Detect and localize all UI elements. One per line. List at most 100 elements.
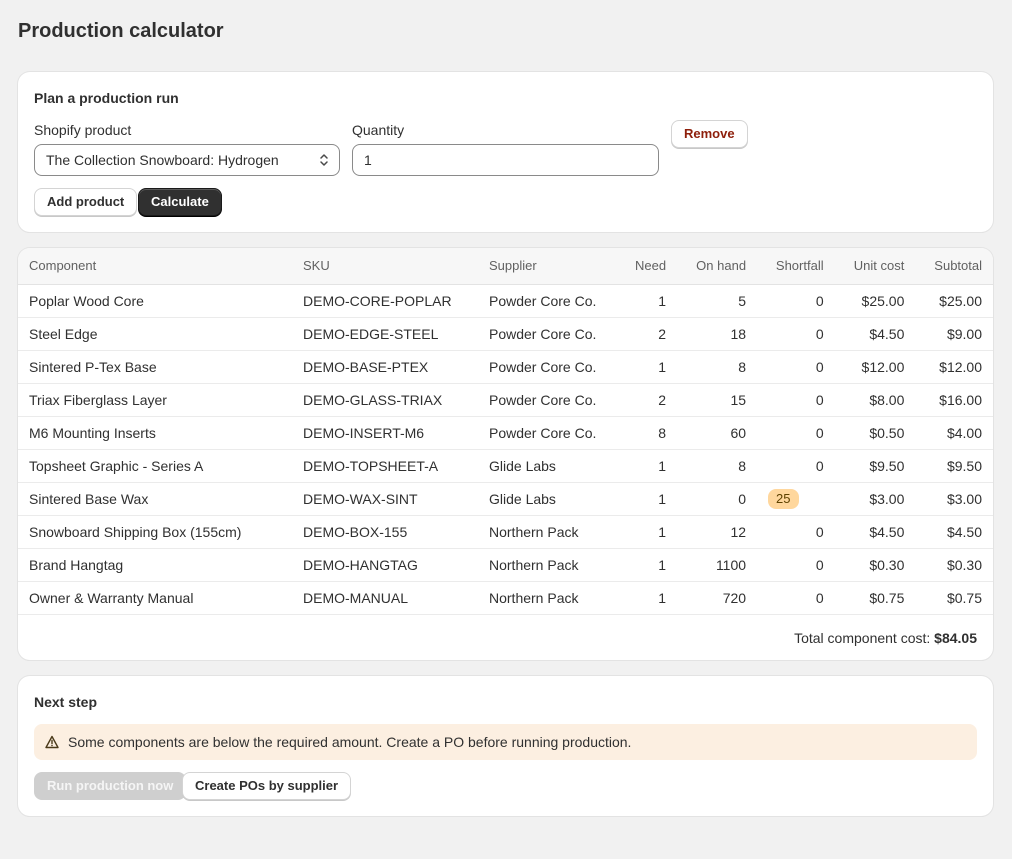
cell-sku: DEMO-TOPSHEET-A bbox=[292, 449, 478, 483]
cell-unit-cost: $9.50 bbox=[834, 449, 916, 483]
cell-component: Owner & Warranty Manual bbox=[18, 581, 292, 615]
cell-sku: DEMO-EDGE-STEEL bbox=[292, 317, 478, 351]
cell-unit-cost: $25.00 bbox=[834, 284, 916, 318]
cell-subtotal: $4.00 bbox=[915, 416, 993, 450]
select-chevrons-icon bbox=[320, 154, 328, 166]
cell-need: 1 bbox=[618, 482, 678, 516]
cell-need: 1 bbox=[618, 581, 678, 615]
cell-need: 2 bbox=[618, 317, 678, 351]
cell-sku: DEMO-MANUAL bbox=[292, 581, 478, 615]
total-cost-label: Total component cost: bbox=[794, 630, 931, 646]
cell-sku: DEMO-BASE-PTEX bbox=[292, 350, 478, 384]
cell-unit-cost: $8.00 bbox=[834, 383, 916, 417]
cell-on-hand: 15 bbox=[677, 383, 758, 417]
cell-component: Brand Hangtag bbox=[18, 548, 292, 582]
total-cost: Total component cost: $84.05 bbox=[794, 630, 977, 646]
cell-shortfall: 0 bbox=[757, 581, 835, 615]
cell-subtotal: $12.00 bbox=[915, 350, 993, 384]
table-row: M6 Mounting Inserts DEMO-INSERT-M6 Powder … bbox=[18, 416, 993, 450]
cell-component: Snowboard Shipping Box (155cm) bbox=[18, 515, 292, 549]
cell-supplier: Powder Core Co. bbox=[478, 284, 618, 318]
cell-component: Topsheet Graphic - Series A bbox=[18, 449, 292, 483]
cell-need: 1 bbox=[618, 548, 678, 582]
cell-component: Sintered Base Wax bbox=[18, 482, 292, 516]
run-production-button[interactable]: Run production now bbox=[34, 772, 187, 800]
cell-sku: DEMO-INSERT-M6 bbox=[292, 416, 478, 450]
cell-subtotal: $9.00 bbox=[915, 317, 993, 351]
cell-subtotal: $3.00 bbox=[915, 482, 993, 516]
create-pos-button[interactable]: Create POs by supplier bbox=[182, 772, 352, 800]
shortfall-badge: 25 bbox=[768, 488, 799, 509]
warning-text: Some components are below the required a… bbox=[68, 734, 632, 750]
product-select[interactable]: The Collection Snowboard: Hydrogen bbox=[34, 144, 340, 176]
cell-unit-cost: $12.00 bbox=[834, 350, 916, 384]
cell-component: Poplar Wood Core bbox=[18, 284, 292, 318]
cell-supplier: Powder Core Co. bbox=[478, 317, 618, 351]
cell-unit-cost: $0.30 bbox=[834, 548, 916, 582]
remove-button[interactable]: Remove bbox=[671, 120, 748, 148]
col-unit-cost: Unit cost bbox=[834, 248, 916, 285]
table-header-row: Component SKU Supplier Need On hand Shor… bbox=[18, 248, 993, 285]
cell-shortfall: 25 bbox=[757, 482, 835, 516]
cell-supplier: Powder Core Co. bbox=[478, 350, 618, 384]
cell-shortfall: 0 bbox=[757, 350, 835, 384]
cell-shortfall: 0 bbox=[757, 383, 835, 417]
warning-banner: Some components are below the required a… bbox=[34, 724, 977, 760]
next-step-card: Next step Some components are below the … bbox=[18, 676, 993, 816]
cell-sku: DEMO-CORE-POPLAR bbox=[292, 284, 478, 318]
cell-need: 1 bbox=[618, 449, 678, 483]
cell-shortfall: 0 bbox=[757, 317, 835, 351]
components-card: Component SKU Supplier Need On hand Shor… bbox=[18, 248, 993, 660]
cell-shortfall: 0 bbox=[757, 416, 835, 450]
cell-component: Steel Edge bbox=[18, 317, 292, 351]
add-product-button[interactable]: Add product bbox=[34, 188, 138, 216]
quantity-input[interactable]: 1 bbox=[352, 144, 659, 176]
cell-on-hand: 12 bbox=[677, 515, 758, 549]
col-subtotal: Subtotal bbox=[915, 248, 993, 285]
cell-need: 1 bbox=[618, 515, 678, 549]
cell-shortfall: 0 bbox=[757, 284, 835, 318]
cell-need: 1 bbox=[618, 284, 678, 318]
cell-sku: DEMO-WAX-SINT bbox=[292, 482, 478, 516]
cell-sku: DEMO-HANGTAG bbox=[292, 548, 478, 582]
col-on-hand: On hand bbox=[677, 248, 758, 285]
cell-on-hand: 60 bbox=[677, 416, 758, 450]
cell-on-hand: 5 bbox=[677, 284, 758, 318]
cell-on-hand: 8 bbox=[677, 350, 758, 384]
table-row: Snowboard Shipping Box (155cm) DEMO-BOX-1… bbox=[18, 515, 993, 549]
page-title: Production calculator bbox=[18, 20, 224, 42]
cell-supplier: Powder Core Co. bbox=[478, 383, 618, 417]
cell-unit-cost: $4.50 bbox=[834, 515, 916, 549]
product-select-value: The Collection Snowboard: Hydrogen bbox=[46, 152, 279, 168]
calculate-button[interactable]: Calculate bbox=[138, 188, 222, 216]
cell-on-hand: 720 bbox=[677, 581, 758, 615]
components-table: Component SKU Supplier Need On hand Shor… bbox=[18, 248, 993, 615]
cell-supplier: Powder Core Co. bbox=[478, 416, 618, 450]
cell-unit-cost: $4.50 bbox=[834, 317, 916, 351]
cell-shortfall: 0 bbox=[757, 548, 835, 582]
cell-component: Triax Fiberglass Layer bbox=[18, 383, 292, 417]
alert-triangle-icon bbox=[45, 735, 59, 749]
total-cost-value: $84.05 bbox=[934, 630, 977, 646]
cell-shortfall: 0 bbox=[757, 449, 835, 483]
cell-supplier: Glide Labs bbox=[478, 449, 618, 483]
cell-need: 1 bbox=[618, 350, 678, 384]
col-need: Need bbox=[618, 248, 678, 285]
table-row: Sintered Base Wax DEMO-WAX-SINT Glide Labs… bbox=[18, 482, 993, 516]
table-row: Topsheet Graphic - Series A DEMO-TOPSHEET… bbox=[18, 449, 993, 483]
cell-on-hand: 0 bbox=[677, 482, 758, 516]
plan-heading: Plan a production run bbox=[34, 90, 179, 106]
product-label: Shopify product bbox=[34, 122, 132, 138]
cell-shortfall: 0 bbox=[757, 515, 835, 549]
col-shortfall: Shortfall bbox=[757, 248, 835, 285]
cell-supplier: Glide Labs bbox=[478, 482, 618, 516]
cell-component: Sintered P-Tex Base bbox=[18, 350, 292, 384]
cell-supplier: Northern Pack bbox=[478, 515, 618, 549]
cell-need: 2 bbox=[618, 383, 678, 417]
cell-sku: DEMO-GLASS-TRIAX bbox=[292, 383, 478, 417]
cell-subtotal: $0.30 bbox=[915, 548, 993, 582]
table-row: Brand Hangtag DEMO-HANGTAG Northern Pack 1 1… bbox=[18, 548, 993, 582]
col-component: Component bbox=[18, 248, 292, 285]
quantity-label: Quantity bbox=[352, 122, 405, 138]
cell-component: M6 Mounting Inserts bbox=[18, 416, 292, 450]
